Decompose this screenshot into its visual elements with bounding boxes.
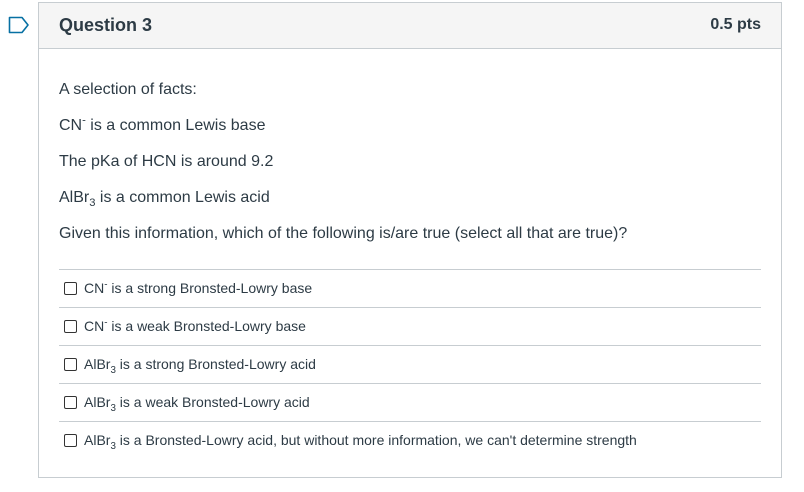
- answer-option[interactable]: AlBr3 is a weak Bronsted-Lowry acid: [59, 384, 761, 422]
- question-card: Question 3 0.5 pts A selection of facts:…: [38, 2, 782, 478]
- question-prompt: Given this information, which of the fol…: [59, 225, 628, 242]
- answer-checkbox[interactable]: [64, 282, 77, 295]
- answer-option[interactable]: CN- is a weak Bronsted-Lowry base: [59, 308, 761, 346]
- answer-checkbox[interactable]: [64, 396, 77, 409]
- fact-albr3-lewis-acid: AlBr3 is a common Lewis acid: [59, 189, 270, 210]
- answer-option[interactable]: AlBr3 is a Bronsted-Lowry acid, but with…: [59, 422, 761, 459]
- fact-hcn-pka: The pKa of HCN is around 9.2: [59, 153, 274, 170]
- question-header: Question 3 0.5 pts: [39, 3, 781, 49]
- answer-label[interactable]: AlBr3 is a strong Bronsted-Lowry acid: [84, 356, 316, 375]
- flag-question-icon[interactable]: [8, 16, 30, 34]
- fact-cn-lewis-base: CN- is a common Lewis base: [59, 114, 266, 134]
- answer-list: CN- is a strong Bronsted-Lowry base CN- …: [59, 269, 761, 459]
- answer-checkbox[interactable]: [64, 358, 77, 371]
- answer-label[interactable]: AlBr3 is a weak Bronsted-Lowry acid: [84, 394, 310, 413]
- answer-label[interactable]: CN- is a weak Bronsted-Lowry base: [84, 318, 306, 334]
- intro-text: A selection of facts:: [59, 81, 197, 98]
- question-title: Question 3: [59, 15, 153, 35]
- answer-option[interactable]: AlBr3 is a strong Bronsted-Lowry acid: [59, 346, 761, 384]
- answer-checkbox[interactable]: [64, 320, 77, 333]
- answer-checkbox[interactable]: [64, 434, 77, 447]
- answer-option[interactable]: CN- is a strong Bronsted-Lowry base: [59, 270, 761, 308]
- question-points: 0.5 pts: [710, 16, 761, 33]
- answer-label[interactable]: AlBr3 is a Bronsted-Lowry acid, but with…: [84, 432, 637, 451]
- answer-label[interactable]: CN- is a strong Bronsted-Lowry base: [84, 280, 312, 296]
